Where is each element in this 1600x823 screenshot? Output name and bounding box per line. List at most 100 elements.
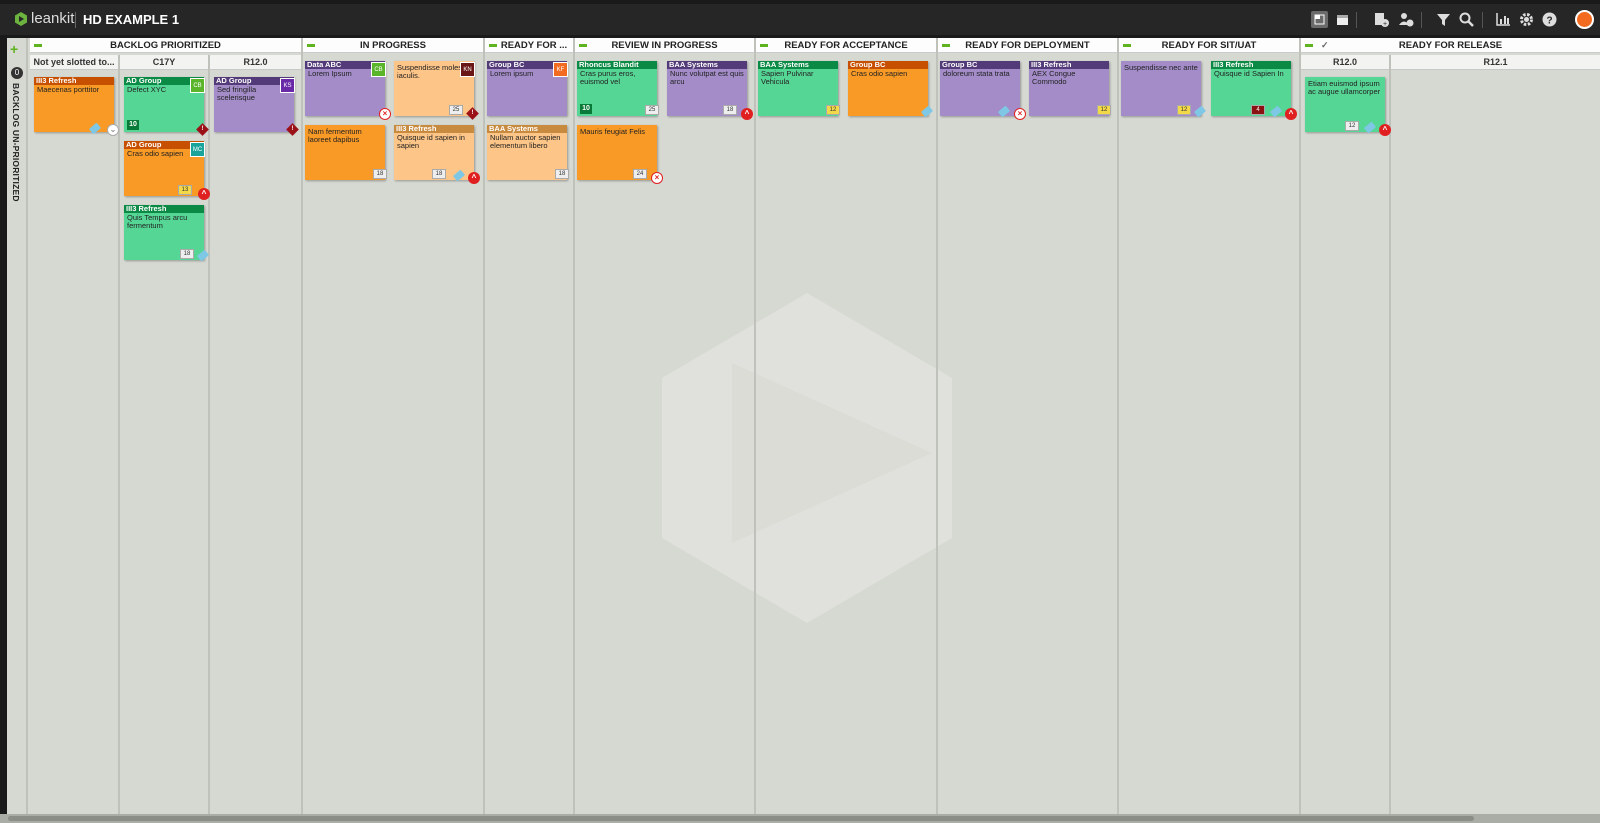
lane-header-backlog-prioritized[interactable]: BACKLOG PRIORITIZED <box>30 38 301 53</box>
due-date-calendar-icon[interactable]: 12 <box>1097 105 1111 115</box>
avatar[interactable]: MC <box>190 142 205 157</box>
lane-header-review-in-progress[interactable]: REVIEW IN PROGRESS <box>575 38 754 53</box>
card[interactable]: AD Group Sed fringilla scelerisque KS ! <box>214 77 299 136</box>
settings-icon[interactable] <box>1518 11 1535 28</box>
priority-high-icon[interactable]: ^ <box>468 172 480 184</box>
collapse-icon[interactable] <box>760 44 768 47</box>
card[interactable]: Nam fermentum laoreet dapibus 18 <box>305 125 387 180</box>
collapse-icon[interactable] <box>34 44 42 47</box>
calendar-view-icon[interactable] <box>1334 11 1351 28</box>
board-view-icon[interactable] <box>1311 11 1328 28</box>
due-date-calendar-icon[interactable]: 24 <box>633 169 647 179</box>
card[interactable]: III3 Refresh Quis Tempus arcu fermentum … <box>124 205 210 262</box>
sublane-header[interactable]: C17Y <box>120 55 208 70</box>
priority-high-icon[interactable]: ^ <box>1379 124 1391 136</box>
due-date-calendar-icon[interactable]: 12 <box>826 105 840 115</box>
due-date-calendar-icon[interactable]: 18 <box>180 249 194 259</box>
card[interactable]: Suspendisse molestie iaculis. KN 25 ! <box>394 61 479 120</box>
sublane-header[interactable]: Not yet slotted to... <box>30 55 118 70</box>
card[interactable]: AD Group Defect XYC CB 10 ! <box>124 77 209 136</box>
priority-high-icon[interactable]: ^ <box>1285 108 1297 120</box>
card[interactable]: III3 Refresh Maecenas porttitor ⌄ <box>34 77 119 136</box>
card[interactable]: III3 Refresh Quisque id sapien in sapien… <box>394 125 480 184</box>
card[interactable]: III3 Refresh Quisque id Sapien In 4 ^ <box>1211 61 1297 120</box>
card[interactable]: Suspendisse nec ante 12 <box>1121 61 1207 118</box>
priority-alert-icon[interactable]: ! <box>286 123 299 136</box>
card[interactable]: BAA Systems Nunc volutpat est quis arcu … <box>667 61 753 120</box>
card-header: BAA Systems <box>667 61 747 69</box>
avatar-icon[interactable] <box>1575 10 1594 29</box>
card[interactable]: Mauris feugiat Felis 24 × <box>577 125 663 184</box>
scrollbar-thumb[interactable] <box>8 816 1474 821</box>
card[interactable]: Rhoncus Blandit Cras purus eros, euismod… <box>577 61 659 116</box>
lane-title: READY FOR DEPLOYMENT <box>965 40 1090 51</box>
tag-icon[interactable] <box>997 105 1011 118</box>
collapse-icon[interactable] <box>489 44 497 47</box>
tag-icon[interactable] <box>920 105 934 118</box>
card[interactable]: AD Group Cras odio sapien MC 13 ^ <box>124 141 210 200</box>
card[interactable]: Group BC doloreum stata trata × <box>940 61 1026 120</box>
filter-icon[interactable] <box>1435 11 1452 28</box>
lane-header-ready-for-deployment[interactable]: READY FOR DEPLOYMENT <box>938 38 1117 53</box>
leankit-logo[interactable]: leankit <box>14 10 74 27</box>
sublane-header[interactable]: R12.0 <box>1301 55 1389 70</box>
kanban-board: + 0 BACKLOG UN-PRIORITIZED BACKLOG PRIOR… <box>7 38 1600 814</box>
chevron-down-icon[interactable]: ⌄ <box>107 124 119 136</box>
due-date-calendar-icon[interactable]: 13 <box>178 185 192 195</box>
priority-high-icon[interactable]: ^ <box>741 108 753 120</box>
collapse-icon[interactable] <box>1305 44 1313 47</box>
due-date-calendar-icon[interactable]: 18 <box>723 105 737 115</box>
priority-alert-icon[interactable]: ! <box>466 107 479 120</box>
collapse-icon[interactable] <box>579 44 587 47</box>
add-user-icon[interactable] <box>1397 11 1414 28</box>
card-title: doloreum stata trata <box>943 69 1010 78</box>
tag-icon[interactable] <box>452 169 466 182</box>
card[interactable]: III3 Refresh AEX Congue Commodo 12 <box>1029 61 1111 116</box>
avatar[interactable]: KF <box>553 62 568 77</box>
backlog-unprioritized-lane[interactable]: + 0 BACKLOG UN-PRIORITIZED <box>7 38 28 814</box>
card[interactable]: Etiam euismod ipsum ac augue ullamcorper… <box>1305 77 1391 136</box>
help-icon[interactable]: ? <box>1541 11 1558 28</box>
card[interactable]: Data ABC Lorem Ipsum CB × <box>305 61 391 120</box>
collapse-icon[interactable] <box>307 44 315 47</box>
card[interactable]: BAA Systems Nullam auctor sapien element… <box>487 125 569 180</box>
due-date-calendar-icon[interactable]: 18 <box>373 169 387 179</box>
due-date-calendar-icon[interactable]: 18 <box>555 169 569 179</box>
due-date-calendar-icon[interactable]: 12 <box>1177 105 1191 115</box>
due-date-calendar-icon[interactable]: 25 <box>645 105 659 115</box>
tag-icon[interactable] <box>88 122 102 135</box>
lane-header-in-progress[interactable]: IN PROGRESS <box>303 38 483 53</box>
tag-icon[interactable] <box>1363 121 1377 134</box>
lane-header-ready-for-sit-uat[interactable]: READY FOR SIT/UAT <box>1119 38 1299 53</box>
blocked-x-icon[interactable]: × <box>1014 108 1026 120</box>
card[interactable]: Group BC Lorem ipsum KF <box>487 61 568 116</box>
search-icon[interactable] <box>1458 11 1475 28</box>
sublane-header[interactable]: R12.1 <box>1391 55 1600 70</box>
lane-header-ready-for[interactable]: READY FOR ... <box>485 38 573 53</box>
collapse-icon[interactable] <box>942 44 950 47</box>
add-card-icon[interactable]: + <box>1373 11 1390 28</box>
due-date-calendar-icon[interactable]: 25 <box>449 105 463 115</box>
due-date-calendar-icon[interactable]: 18 <box>432 169 446 179</box>
priority-alert-icon[interactable]: ! <box>196 123 209 136</box>
board-title[interactable]: HD EXAMPLE 1 <box>83 12 179 27</box>
blocked-x-icon[interactable]: × <box>651 172 663 184</box>
avatar[interactable]: KS <box>280 78 295 93</box>
analytics-icon[interactable] <box>1495 11 1512 28</box>
due-date-calendar-icon[interactable]: 4 <box>1251 105 1265 115</box>
card[interactable]: BAA Systems Sapien Pulvinar Vehicula 12 <box>758 61 840 116</box>
lane-header-ready-for-release[interactable]: ✓ READY FOR RELEASE <box>1301 38 1600 53</box>
add-lane-plus-icon[interactable]: + <box>10 41 18 57</box>
sublane-header[interactable]: R12.0 <box>210 55 301 70</box>
card[interactable]: Group BC Cras odio sapien <box>848 61 934 118</box>
blocked-x-icon[interactable]: × <box>379 108 391 120</box>
collapse-icon[interactable] <box>1123 44 1131 47</box>
avatar[interactable]: CB <box>190 78 205 93</box>
avatar[interactable]: CB <box>371 62 386 77</box>
avatar[interactable]: KN <box>460 62 475 77</box>
lane-header-ready-for-acceptance[interactable]: READY FOR ACCEPTANCE <box>756 38 936 53</box>
priority-high-icon[interactable]: ^ <box>198 188 210 200</box>
tag-icon[interactable] <box>1193 105 1207 118</box>
due-date-calendar-icon[interactable]: 12 <box>1345 121 1359 131</box>
tag-icon[interactable] <box>1269 105 1283 118</box>
